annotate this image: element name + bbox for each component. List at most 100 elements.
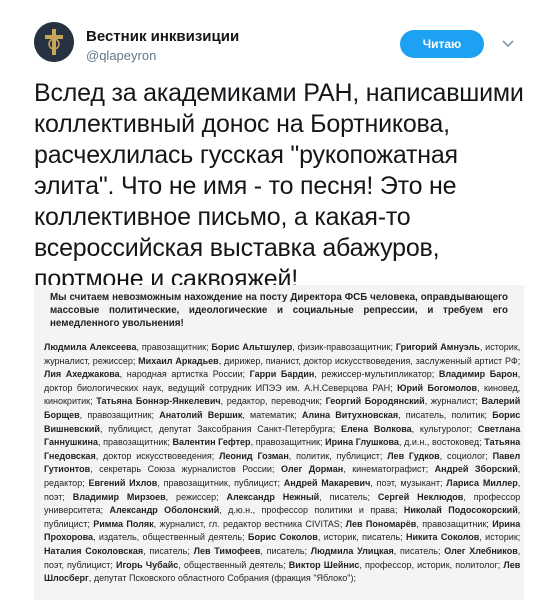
signatory-name: Алина Витухновская	[301, 409, 399, 421]
signatory-role: , д.и.н., востоковед;	[398, 437, 485, 449]
signatory-role: , депутат Псковского областного Собрания…	[88, 573, 356, 585]
signatory-role: , правозащитник;	[250, 437, 326, 449]
signatory-item: Гарри Бардин, режиссер-мультипликатор;	[250, 369, 439, 380]
signatory-item: Наталия Соколовская, писатель;	[44, 546, 194, 557]
signatory-item: Лев Тимофеев, писатель;	[194, 546, 311, 557]
follow-button[interactable]: Читаю	[400, 30, 484, 58]
signatory-name: Лев Пономарёв	[345, 518, 417, 530]
signatory-name: Георгий Бородянский	[325, 396, 425, 408]
signatory-role: , режиссер;	[165, 491, 227, 503]
signatory-name: Олег Дорман	[280, 464, 344, 476]
signatory-item: Валентин Гефтер, правозащитник;	[173, 437, 326, 448]
signatory-list: Людмила Алексеева, правозащитник; Борис …	[44, 341, 520, 586]
signatory-name: Андрей Макаревич	[283, 477, 371, 489]
signatory-item: Лев Гудков, социолог;	[387, 451, 492, 462]
signatory-item: Леонид Гозман, политик, публицист;	[219, 451, 387, 462]
signatory-item: Александр Нежный, писатель;	[226, 492, 377, 503]
signatory-name: Виктор Шейнис	[288, 559, 360, 571]
signatory-role: , народная артистка России;	[119, 369, 250, 381]
signatory-role: , журналист;	[424, 396, 482, 408]
signatory-item: Евгений Ихлов, правозащитник, публицист;	[89, 478, 284, 489]
signatory-item: Людмила Улицкая, писатель;	[311, 546, 444, 557]
signatory-name: Александр Оболонский	[109, 505, 220, 517]
signatory-name: Лев Гудков	[387, 450, 440, 462]
signatory-item: Алина Витухновская, писатель, политик;	[302, 410, 492, 421]
signatory-item: Владимир Мирзоев, режиссер;	[73, 492, 227, 503]
signatory-item: Игорь Чубайс, общественный деятель;	[116, 560, 289, 571]
signatory-item: Андрей Макаревич, поэт, музыкант;	[284, 478, 447, 489]
signatory-role: , журналист, гл. редактор вестника CIVIT…	[153, 518, 346, 530]
chevron-down-icon[interactable]	[498, 34, 518, 54]
signatory-name: Лия Ахеджакова	[44, 369, 120, 381]
cross-emblem-icon	[34, 22, 74, 62]
signatory-name: Анатолий Вершик	[159, 409, 243, 421]
signatory-role: , математик;	[242, 409, 302, 421]
signatory-name: Наталия Соколовская	[44, 545, 144, 557]
signatory-role: , д.ю.н., профессор политики и права;	[219, 505, 404, 517]
signatory-role: , правозащитник;	[79, 409, 160, 421]
signatory-role: , публицист, депутат Заксобрания Санкт-П…	[99, 423, 341, 435]
signatory-name: Юрий Богомолов	[397, 382, 478, 394]
signatory-role: , кинематографист;	[343, 464, 435, 476]
signatory-name: Олег Хлебников	[444, 545, 518, 557]
signatory-role: , историк, писатель;	[317, 532, 407, 544]
document-intro: Мы считаем невозможным нахождение на пос…	[50, 292, 508, 329]
signatory-name: Борис Соколов	[248, 532, 318, 544]
signatory-name: Григорий Амнуэль	[395, 342, 480, 353]
signatory-role: , социолог;	[439, 450, 493, 462]
signatory-role: , режиссер-мультипликатор;	[314, 369, 439, 381]
signatory-item: Александр Оболонский, д.ю.н., профессор …	[109, 505, 403, 516]
signatory-role: , профессор, историк, политолог;	[359, 559, 504, 571]
signatory-role: , дирижер, пианист, доктор искусствоведе…	[218, 355, 521, 367]
signatory-role: , правозащитник, публицист;	[157, 477, 284, 489]
signatory-name: Татьяна Боннэр-Янкелевич	[96, 396, 221, 408]
signatory-item: Лев Пономарёв, правозащитник;	[346, 519, 493, 530]
signatory-item: Римма Поляк, журналист, гл. редактор вес…	[93, 519, 345, 530]
signatory-item: Михаил Аркадьев, дирижер, пианист, докто…	[138, 356, 520, 367]
signatory-name: Николай Подосокорский	[403, 505, 518, 517]
signatory-role: , писатель;	[319, 491, 378, 503]
document-image[interactable]: Мы считаем невозможным нахождение на пос…	[34, 285, 524, 600]
account-handle[interactable]: @qlapeyron	[86, 48, 156, 63]
signatory-name: Лев Тимофеев	[193, 545, 261, 557]
signatory-item: Татьяна Боннэр-Янкелевич, редактор, пере…	[96, 396, 325, 407]
signatory-item: Никита Соколов, историк;	[406, 532, 520, 543]
signatory-name: Гарри Бардин	[249, 369, 315, 381]
signatory-role: , писатель;	[393, 545, 445, 557]
signatory-name: Михаил Аркадьев	[138, 355, 219, 367]
signatory-role: , общественный деятель;	[178, 559, 289, 571]
signatory-role: , историк;	[479, 532, 521, 544]
signatory-item: Елена Волкова, культуролог;	[341, 424, 478, 435]
signatory-name: Ирина Глушкова	[325, 437, 399, 449]
avatar[interactable]	[34, 22, 74, 62]
signatory-role: , доктор искусствоведения;	[95, 450, 220, 462]
tweet-header: Вестник инквизиции @qlapeyron Читаю	[34, 20, 534, 63]
signatory-name: Евгений Ихлов	[88, 477, 158, 489]
signatory-role: , культуролог;	[411, 423, 478, 435]
signatory-role: , правозащитник;	[97, 437, 173, 449]
signatory-name: Сергей Неклюдов	[377, 491, 464, 503]
tweet-text: Вслед за академиками РАН, написавшими ко…	[34, 79, 524, 293]
signatory-name: Игорь Чубайс	[116, 559, 179, 571]
signatory-name: Владимир Барон	[438, 369, 518, 381]
signatory-name: Елена Волкова	[340, 423, 412, 435]
signatory-name: Александр Нежный	[226, 491, 320, 503]
signatory-name: Валентин Гефтер	[172, 437, 251, 449]
signatory-role: , писатель;	[260, 545, 311, 557]
signatory-name: Людмила Алексеева	[44, 342, 137, 353]
signatory-item: Олег Дорман, кинематографист;	[281, 464, 435, 475]
signatory-role: , секретарь Союза журналистов России;	[90, 464, 281, 476]
signatory-name: Андрей Зборский	[434, 464, 518, 476]
signatory-item: Виктор Шейнис, профессор, историк, полит…	[289, 560, 504, 571]
signatory-name: Людмила Улицкая	[310, 545, 394, 557]
signatory-role: , физик-правозащитник;	[292, 342, 396, 353]
signatory-role: , поэт, музыкант;	[370, 477, 447, 489]
signatory-name: Владимир Мирзоев	[72, 491, 166, 503]
signatory-name: Лариса Миллер	[446, 477, 518, 489]
signatory-role: , правозащитник;	[136, 342, 212, 353]
signatory-item: Людмила Алексеева, правозащитник;	[44, 342, 211, 353]
signatory-item: Анатолий Вершик, математик;	[159, 410, 302, 421]
signatory-role: , писатель;	[143, 545, 194, 557]
account-name[interactable]: Вестник инквизиции	[86, 28, 239, 45]
signatory-role: , писатель, политик;	[398, 409, 493, 421]
